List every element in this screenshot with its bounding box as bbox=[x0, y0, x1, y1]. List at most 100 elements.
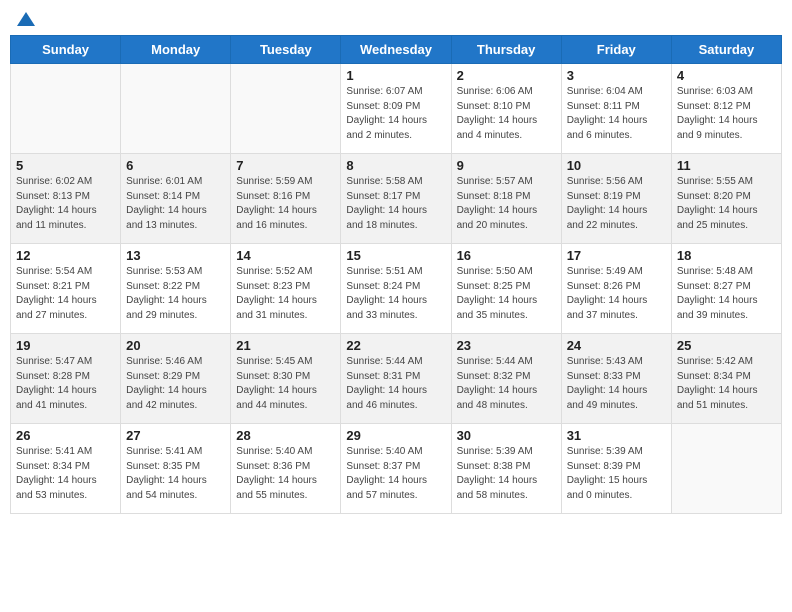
calendar-cell: 10 Sunrise: 5:56 AM Sunset: 8:19 PM Dayli… bbox=[561, 154, 671, 244]
day-info: Sunrise: 6:02 AM Sunset: 8:13 PM Dayligh… bbox=[16, 175, 115, 233]
day-number: 26 bbox=[16, 428, 115, 443]
calendar-week-row: 19 Sunrise: 5:47 AM Sunset: 8:28 PM Dayli… bbox=[11, 334, 782, 424]
day-info: Sunrise: 5:59 AM Sunset: 8:16 PM Dayligh… bbox=[236, 175, 335, 233]
calendar-cell bbox=[231, 64, 341, 154]
day-number: 2 bbox=[457, 68, 556, 83]
calendar-header-wednesday: Wednesday bbox=[341, 36, 451, 64]
day-number: 18 bbox=[677, 248, 776, 263]
day-info: Sunrise: 5:45 AM Sunset: 8:30 PM Dayligh… bbox=[236, 355, 335, 413]
calendar-cell: 19 Sunrise: 5:47 AM Sunset: 8:28 PM Dayli… bbox=[11, 334, 121, 424]
day-info: Sunrise: 6:03 AM Sunset: 8:12 PM Dayligh… bbox=[677, 85, 776, 143]
day-info: Sunrise: 6:01 AM Sunset: 8:14 PM Dayligh… bbox=[126, 175, 225, 233]
calendar-cell: 9 Sunrise: 5:57 AM Sunset: 8:18 PM Daylig… bbox=[451, 154, 561, 244]
calendar-cell: 11Sunrise: 5:55 AM Sunset: 8:20 PM Dayli… bbox=[671, 154, 781, 244]
day-number: 23 bbox=[457, 338, 556, 353]
calendar-cell: 22 Sunrise: 5:44 AM Sunset: 8:31 PM Dayli… bbox=[341, 334, 451, 424]
calendar-cell: 14 Sunrise: 5:52 AM Sunset: 8:23 PM Dayli… bbox=[231, 244, 341, 334]
day-number: 5 bbox=[16, 158, 115, 173]
day-info: Sunrise: 5:54 AM Sunset: 8:21 PM Dayligh… bbox=[16, 265, 115, 323]
day-number: 22 bbox=[346, 338, 445, 353]
calendar-cell: 2 Sunrise: 6:06 AM Sunset: 8:10 PM Daylig… bbox=[451, 64, 561, 154]
calendar-cell: 28Sunrise: 5:40 AM Sunset: 8:36 PM Dayli… bbox=[231, 424, 341, 514]
calendar-header-sunday: Sunday bbox=[11, 36, 121, 64]
calendar-cell: 23 Sunrise: 5:44 AM Sunset: 8:32 PM Dayli… bbox=[451, 334, 561, 424]
calendar-week-row: 12 Sunrise: 5:54 AM Sunset: 8:21 PM Dayli… bbox=[11, 244, 782, 334]
day-number: 16 bbox=[457, 248, 556, 263]
day-number: 9 bbox=[457, 158, 556, 173]
day-info: Sunrise: 5:57 AM Sunset: 8:18 PM Dayligh… bbox=[457, 175, 556, 233]
calendar-header-row: SundayMondayTuesdayWednesdayThursdayFrid… bbox=[11, 36, 782, 64]
day-number: 30 bbox=[457, 428, 556, 443]
day-info: Sunrise: 5:44 AM Sunset: 8:32 PM Dayligh… bbox=[457, 355, 556, 413]
calendar-cell: 1 Sunrise: 6:07 AM Sunset: 8:09 PM Daylig… bbox=[341, 64, 451, 154]
day-number: 10 bbox=[567, 158, 666, 173]
calendar-cell: 25Sunrise: 5:42 AM Sunset: 8:34 PM Dayli… bbox=[671, 334, 781, 424]
day-number: 27 bbox=[126, 428, 225, 443]
calendar-cell: 24 Sunrise: 5:43 AM Sunset: 8:33 PM Dayli… bbox=[561, 334, 671, 424]
calendar-header-tuesday: Tuesday bbox=[231, 36, 341, 64]
calendar-header-monday: Monday bbox=[121, 36, 231, 64]
day-number: 29 bbox=[346, 428, 445, 443]
calendar-header-saturday: Saturday bbox=[671, 36, 781, 64]
calendar-cell: 3 Sunrise: 6:04 AM Sunset: 8:11 PM Daylig… bbox=[561, 64, 671, 154]
day-number: 17 bbox=[567, 248, 666, 263]
calendar-cell: 13 Sunrise: 5:53 AM Sunset: 8:22 PM Dayli… bbox=[121, 244, 231, 334]
calendar-header-thursday: Thursday bbox=[451, 36, 561, 64]
day-info: Sunrise: 5:55 AM Sunset: 8:20 PM Dayligh… bbox=[677, 175, 776, 233]
calendar-cell: 5 Sunrise: 6:02 AM Sunset: 8:13 PM Daylig… bbox=[11, 154, 121, 244]
calendar-cell: 16 Sunrise: 5:50 AM Sunset: 8:25 PM Dayli… bbox=[451, 244, 561, 334]
day-info: Sunrise: 5:52 AM Sunset: 8:23 PM Dayligh… bbox=[236, 265, 335, 323]
calendar-cell: 17 Sunrise: 5:49 AM Sunset: 8:26 PM Dayli… bbox=[561, 244, 671, 334]
day-number: 4 bbox=[677, 68, 776, 83]
day-info: Sunrise: 6:06 AM Sunset: 8:10 PM Dayligh… bbox=[457, 85, 556, 143]
day-info: Sunrise: 5:53 AM Sunset: 8:22 PM Dayligh… bbox=[126, 265, 225, 323]
calendar-cell: 15Sunrise: 5:51 AM Sunset: 8:24 PM Dayli… bbox=[341, 244, 451, 334]
day-number: 19 bbox=[16, 338, 115, 353]
day-number: 7 bbox=[236, 158, 335, 173]
day-number: 31 bbox=[567, 428, 666, 443]
calendar-cell: 21Sunrise: 5:45 AM Sunset: 8:30 PM Dayli… bbox=[231, 334, 341, 424]
day-number: 25 bbox=[677, 338, 776, 353]
day-info: Sunrise: 5:43 AM Sunset: 8:33 PM Dayligh… bbox=[567, 355, 666, 413]
logo-icon bbox=[17, 12, 35, 26]
day-number: 8 bbox=[346, 158, 445, 173]
day-number: 13 bbox=[126, 248, 225, 263]
logo bbox=[14, 10, 35, 27]
day-info: Sunrise: 6:04 AM Sunset: 8:11 PM Dayligh… bbox=[567, 85, 666, 143]
day-info: Sunrise: 5:46 AM Sunset: 8:29 PM Dayligh… bbox=[126, 355, 225, 413]
calendar-week-row: 1 Sunrise: 6:07 AM Sunset: 8:09 PM Daylig… bbox=[11, 64, 782, 154]
day-info: Sunrise: 5:56 AM Sunset: 8:19 PM Dayligh… bbox=[567, 175, 666, 233]
calendar-cell: 26 Sunrise: 5:41 AM Sunset: 8:34 PM Dayli… bbox=[11, 424, 121, 514]
day-info: Sunrise: 5:41 AM Sunset: 8:35 PM Dayligh… bbox=[126, 445, 225, 503]
calendar-cell bbox=[121, 64, 231, 154]
calendar-cell: 8Sunrise: 5:58 AM Sunset: 8:17 PM Daylig… bbox=[341, 154, 451, 244]
day-info: Sunrise: 5:48 AM Sunset: 8:27 PM Dayligh… bbox=[677, 265, 776, 323]
day-info: Sunrise: 5:49 AM Sunset: 8:26 PM Dayligh… bbox=[567, 265, 666, 323]
day-number: 12 bbox=[16, 248, 115, 263]
day-number: 24 bbox=[567, 338, 666, 353]
day-info: Sunrise: 6:07 AM Sunset: 8:09 PM Dayligh… bbox=[346, 85, 445, 143]
calendar-cell: 12 Sunrise: 5:54 AM Sunset: 8:21 PM Dayli… bbox=[11, 244, 121, 334]
calendar-cell: 30 Sunrise: 5:39 AM Sunset: 8:38 PM Dayli… bbox=[451, 424, 561, 514]
day-info: Sunrise: 5:41 AM Sunset: 8:34 PM Dayligh… bbox=[16, 445, 115, 503]
calendar-cell bbox=[11, 64, 121, 154]
day-number: 1 bbox=[346, 68, 445, 83]
day-info: Sunrise: 5:40 AM Sunset: 8:37 PM Dayligh… bbox=[346, 445, 445, 503]
calendar-cell: 18 Sunrise: 5:48 AM Sunset: 8:27 PM Dayli… bbox=[671, 244, 781, 334]
day-number: 3 bbox=[567, 68, 666, 83]
calendar-cell: 29 Sunrise: 5:40 AM Sunset: 8:37 PM Dayli… bbox=[341, 424, 451, 514]
day-info: Sunrise: 5:44 AM Sunset: 8:31 PM Dayligh… bbox=[346, 355, 445, 413]
page-header bbox=[10, 10, 782, 27]
day-info: Sunrise: 5:47 AM Sunset: 8:28 PM Dayligh… bbox=[16, 355, 115, 413]
day-number: 6 bbox=[126, 158, 225, 173]
calendar-cell: 7 Sunrise: 5:59 AM Sunset: 8:16 PM Daylig… bbox=[231, 154, 341, 244]
day-number: 15 bbox=[346, 248, 445, 263]
day-info: Sunrise: 5:39 AM Sunset: 8:38 PM Dayligh… bbox=[457, 445, 556, 503]
calendar-cell: 6 Sunrise: 6:01 AM Sunset: 8:14 PM Daylig… bbox=[121, 154, 231, 244]
day-info: Sunrise: 5:40 AM Sunset: 8:36 PM Dayligh… bbox=[236, 445, 335, 503]
calendar-week-row: 5 Sunrise: 6:02 AM Sunset: 8:13 PM Daylig… bbox=[11, 154, 782, 244]
day-number: 14 bbox=[236, 248, 335, 263]
day-info: Sunrise: 5:50 AM Sunset: 8:25 PM Dayligh… bbox=[457, 265, 556, 323]
calendar-week-row: 26 Sunrise: 5:41 AM Sunset: 8:34 PM Dayli… bbox=[11, 424, 782, 514]
day-number: 20 bbox=[126, 338, 225, 353]
